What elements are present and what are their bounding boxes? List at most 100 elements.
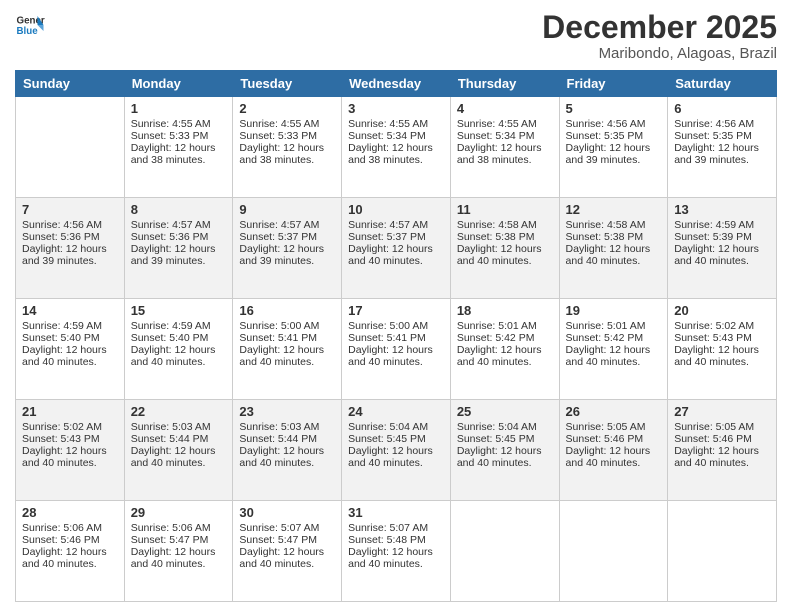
calendar-cell: 13 Sunrise: 4:59 AMSunset: 5:39 PMDayligh…	[668, 198, 777, 299]
daylight-text: Daylight: 12 hours and 40 minutes.	[674, 243, 770, 267]
day-number: 11	[457, 202, 553, 217]
daylight-text: Daylight: 12 hours and 38 minutes.	[348, 142, 444, 166]
calendar-cell: 27Sunrise: 5:05 AMSunset: 5:46 PMDayligh…	[668, 400, 777, 501]
daylight-text: Daylight: 12 hours and 40 minutes.	[131, 445, 227, 469]
calendar-cell: 22Sunrise: 5:03 AMSunset: 5:44 PMDayligh…	[124, 400, 233, 501]
calendar-cell: 26Sunrise: 5:05 AMSunset: 5:46 PMDayligh…	[559, 400, 668, 501]
calendar-cell: 2Sunrise: 4:55 AMSunset: 5:33 PMDaylight…	[233, 97, 342, 198]
daylight-text: Daylight: 12 hours and 40 minutes.	[239, 546, 335, 570]
day-number: 7	[22, 202, 118, 217]
day-number: 12	[566, 202, 662, 217]
sunrise-text: Sunrise: 4:56 AM	[566, 118, 662, 130]
calendar-cell: 23Sunrise: 5:03 AMSunset: 5:44 PMDayligh…	[233, 400, 342, 501]
sunset-text: Sunset: 5:44 PM	[239, 433, 335, 445]
sunset-text: Sunset: 5:42 PM	[457, 332, 553, 344]
sunset-text: Sunset: 5:45 PM	[457, 433, 553, 445]
daylight-text: Daylight: 12 hours and 40 minutes.	[131, 344, 227, 368]
day-number: 21	[22, 404, 118, 419]
calendar-cell: 8Sunrise: 4:57 AMSunset: 5:36 PMDaylight…	[124, 198, 233, 299]
calendar-cell	[668, 501, 777, 602]
calendar-cell: 28Sunrise: 5:06 AMSunset: 5:46 PMDayligh…	[16, 501, 125, 602]
daylight-text: Daylight: 12 hours and 40 minutes.	[22, 546, 118, 570]
day-number: 31	[348, 505, 444, 520]
sunrise-text: Sunrise: 5:05 AM	[566, 421, 662, 433]
day-header-thursday: Thursday	[450, 71, 559, 97]
day-number: 10	[348, 202, 444, 217]
day-number: 13	[674, 202, 770, 217]
daylight-text: Daylight: 12 hours and 40 minutes.	[457, 445, 553, 469]
sunrise-text: Sunrise: 5:06 AM	[22, 522, 118, 534]
sunset-text: Sunset: 5:38 PM	[566, 231, 662, 243]
daylight-text: Daylight: 12 hours and 40 minutes.	[348, 445, 444, 469]
sunrise-text: Sunrise: 4:55 AM	[131, 118, 227, 130]
sunset-text: Sunset: 5:37 PM	[239, 231, 335, 243]
calendar-cell: 3Sunrise: 4:55 AMSunset: 5:34 PMDaylight…	[342, 97, 451, 198]
sunrise-text: Sunrise: 5:07 AM	[348, 522, 444, 534]
day-header-wednesday: Wednesday	[342, 71, 451, 97]
calendar-cell: 18Sunrise: 5:01 AMSunset: 5:42 PMDayligh…	[450, 299, 559, 400]
sunset-text: Sunset: 5:34 PM	[457, 130, 553, 142]
sunrise-text: Sunrise: 4:55 AM	[348, 118, 444, 130]
sunrise-text: Sunrise: 4:56 AM	[22, 219, 118, 231]
header: General Blue December 2025 Maribondo, Al…	[15, 10, 777, 62]
daylight-text: Daylight: 12 hours and 40 minutes.	[22, 344, 118, 368]
sunrise-text: Sunrise: 4:59 AM	[674, 219, 770, 231]
sunrise-text: Sunrise: 4:55 AM	[239, 118, 335, 130]
svg-text:Blue: Blue	[17, 26, 39, 37]
header-row: SundayMondayTuesdayWednesdayThursdayFrid…	[16, 71, 777, 97]
sunset-text: Sunset: 5:41 PM	[239, 332, 335, 344]
day-number: 8	[131, 202, 227, 217]
day-number: 6	[674, 101, 770, 116]
sunset-text: Sunset: 5:33 PM	[239, 130, 335, 142]
day-number: 1	[131, 101, 227, 116]
logo: General Blue	[15, 10, 49, 40]
sunset-text: Sunset: 5:40 PM	[131, 332, 227, 344]
sunset-text: Sunset: 5:46 PM	[566, 433, 662, 445]
sunset-text: Sunset: 5:47 PM	[131, 534, 227, 546]
daylight-text: Daylight: 12 hours and 40 minutes.	[457, 344, 553, 368]
sunrise-text: Sunrise: 5:04 AM	[457, 421, 553, 433]
week-row-2: 7Sunrise: 4:56 AMSunset: 5:36 PMDaylight…	[16, 198, 777, 299]
logo-icon: General Blue	[15, 10, 45, 40]
daylight-text: Daylight: 12 hours and 38 minutes.	[239, 142, 335, 166]
daylight-text: Daylight: 12 hours and 40 minutes.	[348, 546, 444, 570]
sunrise-text: Sunrise: 5:04 AM	[348, 421, 444, 433]
calendar-cell	[16, 97, 125, 198]
sunrise-text: Sunrise: 4:57 AM	[348, 219, 444, 231]
calendar-table: SundayMondayTuesdayWednesdayThursdayFrid…	[15, 70, 777, 602]
sunrise-text: Sunrise: 5:03 AM	[131, 421, 227, 433]
calendar-cell: 19Sunrise: 5:01 AMSunset: 5:42 PMDayligh…	[559, 299, 668, 400]
calendar-cell: 7Sunrise: 4:56 AMSunset: 5:36 PMDaylight…	[16, 198, 125, 299]
day-header-friday: Friday	[559, 71, 668, 97]
day-number: 5	[566, 101, 662, 116]
day-number: 4	[457, 101, 553, 116]
sunset-text: Sunset: 5:42 PM	[566, 332, 662, 344]
calendar-cell	[559, 501, 668, 602]
sunset-text: Sunset: 5:46 PM	[22, 534, 118, 546]
calendar-cell: 24Sunrise: 5:04 AMSunset: 5:45 PMDayligh…	[342, 400, 451, 501]
calendar-cell: 10Sunrise: 4:57 AMSunset: 5:37 PMDayligh…	[342, 198, 451, 299]
sunrise-text: Sunrise: 4:58 AM	[566, 219, 662, 231]
sunset-text: Sunset: 5:45 PM	[348, 433, 444, 445]
sunset-text: Sunset: 5:33 PM	[131, 130, 227, 142]
day-number: 19	[566, 303, 662, 318]
day-number: 26	[566, 404, 662, 419]
sunrise-text: Sunrise: 5:06 AM	[131, 522, 227, 534]
week-row-3: 14Sunrise: 4:59 AMSunset: 5:40 PMDayligh…	[16, 299, 777, 400]
week-row-4: 21Sunrise: 5:02 AMSunset: 5:43 PMDayligh…	[16, 400, 777, 501]
sunrise-text: Sunrise: 5:02 AM	[674, 320, 770, 332]
day-number: 16	[239, 303, 335, 318]
sunset-text: Sunset: 5:39 PM	[674, 231, 770, 243]
calendar-cell: 17Sunrise: 5:00 AMSunset: 5:41 PMDayligh…	[342, 299, 451, 400]
daylight-text: Daylight: 12 hours and 40 minutes.	[348, 344, 444, 368]
month-title: December 2025	[542, 10, 777, 45]
daylight-text: Daylight: 12 hours and 40 minutes.	[566, 344, 662, 368]
day-number: 17	[348, 303, 444, 318]
calendar-cell: 9Sunrise: 4:57 AMSunset: 5:37 PMDaylight…	[233, 198, 342, 299]
sunrise-text: Sunrise: 5:00 AM	[348, 320, 444, 332]
sunset-text: Sunset: 5:44 PM	[131, 433, 227, 445]
daylight-text: Daylight: 12 hours and 40 minutes.	[566, 243, 662, 267]
calendar-page: General Blue December 2025 Maribondo, Al…	[0, 0, 792, 612]
daylight-text: Daylight: 12 hours and 39 minutes.	[131, 243, 227, 267]
sunrise-text: Sunrise: 4:56 AM	[674, 118, 770, 130]
